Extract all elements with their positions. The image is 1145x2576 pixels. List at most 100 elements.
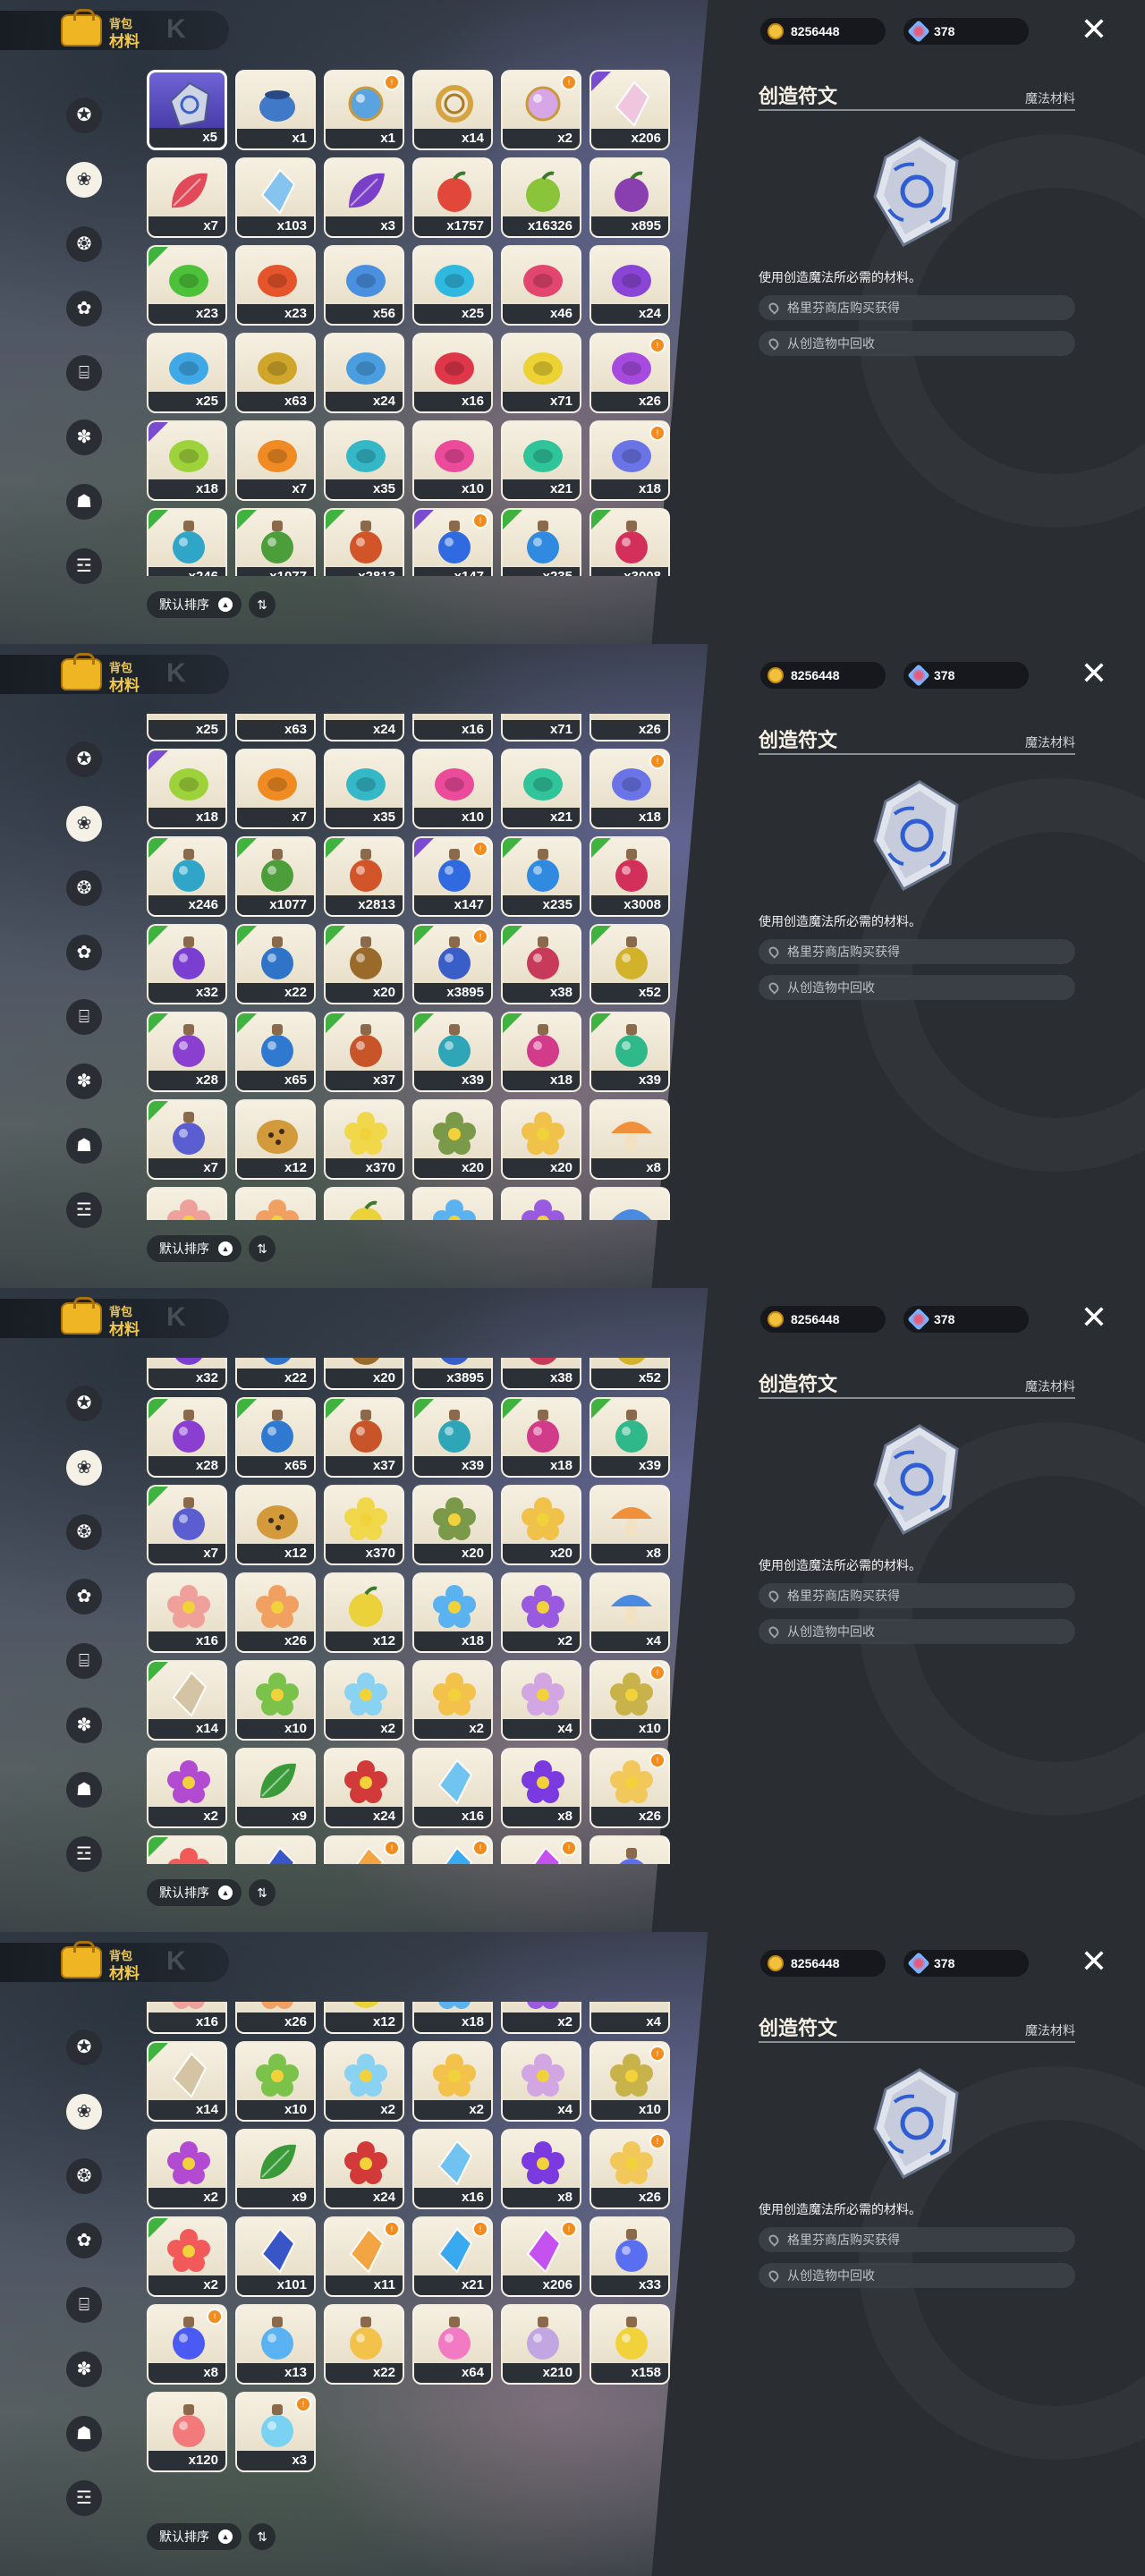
inventory-item[interactable]: x21 [501, 420, 581, 501]
inventory-item[interactable]: x2 [412, 1660, 493, 1741]
inventory-item[interactable]: !x3895 [412, 924, 493, 1005]
inventory-item[interactable]: x2 [501, 1187, 581, 1220]
inventory-item[interactable]: x52 [589, 924, 670, 1005]
sidebar-item-materials[interactable]: ❀ [61, 157, 107, 203]
inventory-item[interactable]: x16 [412, 333, 493, 413]
inventory-item[interactable]: x1077 [235, 836, 316, 918]
inventory-item[interactable]: x2 [324, 2041, 404, 2123]
inventory-item[interactable]: x246 [147, 508, 227, 576]
inventory-item[interactable]: x33 [589, 1835, 670, 1864]
inventory-item[interactable]: x39 [412, 1397, 493, 1479]
inventory-item[interactable]: x4 [501, 1660, 581, 1741]
inventory-item[interactable]: x1757 [412, 157, 493, 238]
inventory-item[interactable]: x2 [147, 2129, 227, 2210]
inventory-item[interactable]: x20 [412, 1485, 493, 1566]
inventory-item[interactable]: x18 [412, 1572, 493, 1654]
sidebar-item-seeds[interactable]: ✽ [61, 414, 107, 461]
inventory-item[interactable]: x8 [501, 1748, 581, 1829]
inventory-item[interactable]: x14 [147, 2041, 227, 2123]
sidebar-item-flowers[interactable]: ✿ [61, 285, 107, 332]
inventory-item[interactable]: x24 [324, 1748, 404, 1829]
inventory-item[interactable]: x370 [324, 1485, 404, 1566]
sidebar-item-special[interactable]: ☗ [61, 2411, 107, 2457]
sidebar-item-materials[interactable]: ❀ [61, 1445, 107, 1491]
sort-order-toggle-icon[interactable]: ⇅ [249, 591, 276, 618]
inventory-item[interactable]: x10 [412, 420, 493, 501]
inventory-item[interactable]: x246 [147, 836, 227, 918]
inventory-item[interactable]: x21 [501, 749, 581, 830]
inventory-item[interactable]: x158 [589, 2304, 670, 2385]
inventory-item[interactable]: !x3895 [412, 1358, 493, 1391]
inventory-item[interactable]: x32 [147, 1358, 227, 1391]
inventory-item[interactable]: x2813 [324, 508, 404, 576]
inventory-item[interactable]: x4 [589, 1187, 670, 1220]
inventory-item[interactable]: x26 [235, 1572, 316, 1654]
sidebar-item-general[interactable]: ✪ [61, 2024, 107, 2071]
inventory-item[interactable]: x20 [501, 1099, 581, 1181]
inventory-item[interactable]: x18 [147, 420, 227, 501]
inventory-item[interactable]: !x26 [589, 714, 670, 742]
inventory-item[interactable]: x63 [235, 714, 316, 742]
sidebar-item-box[interactable]: ☲ [61, 1831, 107, 1877]
inventory-item[interactable]: ! x206 [501, 2216, 581, 2298]
close-icon[interactable]: ✕ [1079, 1301, 1109, 1334]
inventory-item[interactable]: x2 [412, 2041, 493, 2123]
inventory-item[interactable]: x38 [501, 1358, 581, 1391]
inventory-item[interactable]: x20 [324, 924, 404, 1005]
inventory-item[interactable]: ! x10 [589, 1660, 670, 1741]
inventory-item[interactable]: x2 [501, 2002, 581, 2035]
inventory-item[interactable]: x103 [235, 157, 316, 238]
inventory-item[interactable]: x24 [324, 333, 404, 413]
inventory-item[interactable]: x895 [589, 157, 670, 238]
inventory-item[interactable]: x12 [235, 1099, 316, 1181]
inventory-item[interactable]: x2 [147, 2216, 227, 2298]
inventory-item[interactable]: x101 [235, 2216, 316, 2298]
inventory-item[interactable]: !x26 [589, 2129, 670, 2210]
inventory-item[interactable]: ! x1 [324, 70, 404, 150]
inventory-item[interactable]: x3 [324, 157, 404, 238]
inventory-item[interactable]: x38 [501, 924, 581, 1005]
inventory-item[interactable]: x10 [235, 1660, 316, 1741]
inventory-item[interactable]: x12 [324, 1572, 404, 1654]
inventory-item[interactable]: x235 [501, 836, 581, 918]
inventory-item[interactable]: x20 [412, 1099, 493, 1181]
inventory-item[interactable]: x2 [147, 1748, 227, 1829]
sidebar-item-tools[interactable]: ⌸ [61, 1638, 107, 1684]
inventory-item[interactable]: !x26 [589, 333, 670, 413]
inventory-item[interactable]: x206 [589, 70, 670, 150]
sort-order-toggle-icon[interactable]: ⇅ [249, 1879, 276, 1906]
inventory-item[interactable]: x235 [501, 508, 581, 576]
inventory-item[interactable]: x35 [324, 420, 404, 501]
inventory-item[interactable]: x32 [147, 924, 227, 1005]
inventory-item[interactable]: x22 [235, 1358, 316, 1391]
detail-source-1[interactable]: 格里芬商店购买获得 [759, 1583, 1075, 1608]
inventory-item[interactable]: x210 [501, 2304, 581, 2385]
inventory-item[interactable]: x4 [501, 2041, 581, 2123]
inventory-item[interactable]: x24 [589, 245, 670, 326]
sidebar-item-box[interactable]: ☲ [61, 1187, 107, 1233]
inventory-item[interactable]: x23 [235, 245, 316, 326]
inventory-item[interactable]: x2813 [324, 836, 404, 918]
inventory-item[interactable]: x22 [324, 2304, 404, 2385]
inventory-item[interactable]: x4 [589, 2002, 670, 2035]
inventory-item[interactable]: x7 [235, 749, 316, 830]
inventory-item[interactable]: x16 [412, 1748, 493, 1829]
inventory-item[interactable]: ! x10 [589, 2041, 670, 2123]
inventory-item[interactable]: !x11 [324, 1835, 404, 1864]
sort-order-toggle-icon[interactable]: ⇅ [249, 1235, 276, 1262]
inventory-item[interactable]: x2 [501, 1572, 581, 1654]
inventory-item[interactable]: x2 [147, 1835, 227, 1864]
close-icon[interactable]: ✕ [1079, 13, 1109, 46]
inventory-item[interactable]: x9 [235, 1748, 316, 1829]
inventory-item[interactable]: x7 [235, 420, 316, 501]
inventory-item[interactable]: x16 [412, 714, 493, 742]
inventory-item[interactable]: x56 [324, 245, 404, 326]
sort-dropdown[interactable]: 默认排序 ▲ [147, 1235, 242, 1262]
inventory-item[interactable]: x10 [412, 749, 493, 830]
inventory-item[interactable]: x63 [235, 333, 316, 413]
inventory-item[interactable]: x18 [501, 1397, 581, 1479]
inventory-item[interactable]: x37 [324, 1012, 404, 1093]
inventory-item[interactable]: x12 [324, 2002, 404, 2035]
inventory-item[interactable]: x13 [235, 2304, 316, 2385]
inventory-item[interactable]: x20 [501, 1485, 581, 1566]
